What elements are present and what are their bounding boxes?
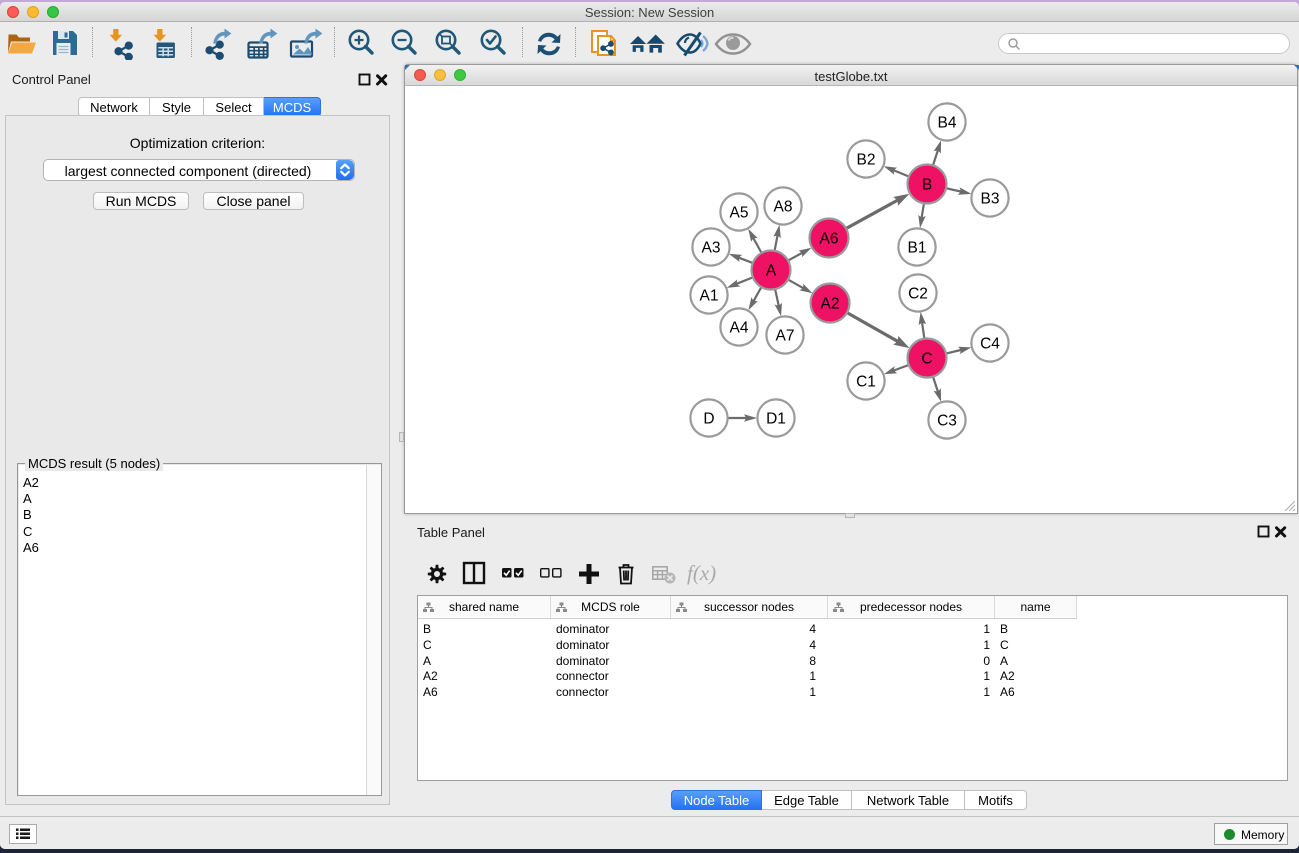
svg-text:B1: B1 bbox=[908, 240, 927, 257]
svg-text:B4: B4 bbox=[938, 115, 957, 132]
svg-text:C2: C2 bbox=[908, 286, 928, 303]
svg-text:A1: A1 bbox=[700, 288, 719, 305]
svg-text:B2: B2 bbox=[857, 152, 876, 169]
svg-text:D: D bbox=[703, 411, 714, 428]
svg-text:C: C bbox=[921, 351, 932, 368]
svg-text:A5: A5 bbox=[730, 205, 749, 222]
svg-text:A3: A3 bbox=[702, 240, 721, 257]
svg-text:C3: C3 bbox=[937, 413, 957, 430]
svg-text:C1: C1 bbox=[856, 374, 876, 391]
svg-text:A7: A7 bbox=[776, 328, 795, 345]
svg-text:A8: A8 bbox=[774, 199, 793, 216]
svg-text:C4: C4 bbox=[980, 336, 1000, 353]
svg-text:B3: B3 bbox=[981, 191, 1000, 208]
svg-text:A2: A2 bbox=[821, 296, 840, 313]
svg-text:A: A bbox=[766, 263, 777, 280]
svg-text:A6: A6 bbox=[820, 231, 839, 248]
svg-text:A4: A4 bbox=[730, 320, 749, 337]
svg-text:B: B bbox=[922, 177, 932, 194]
svg-text:D1: D1 bbox=[766, 411, 786, 428]
